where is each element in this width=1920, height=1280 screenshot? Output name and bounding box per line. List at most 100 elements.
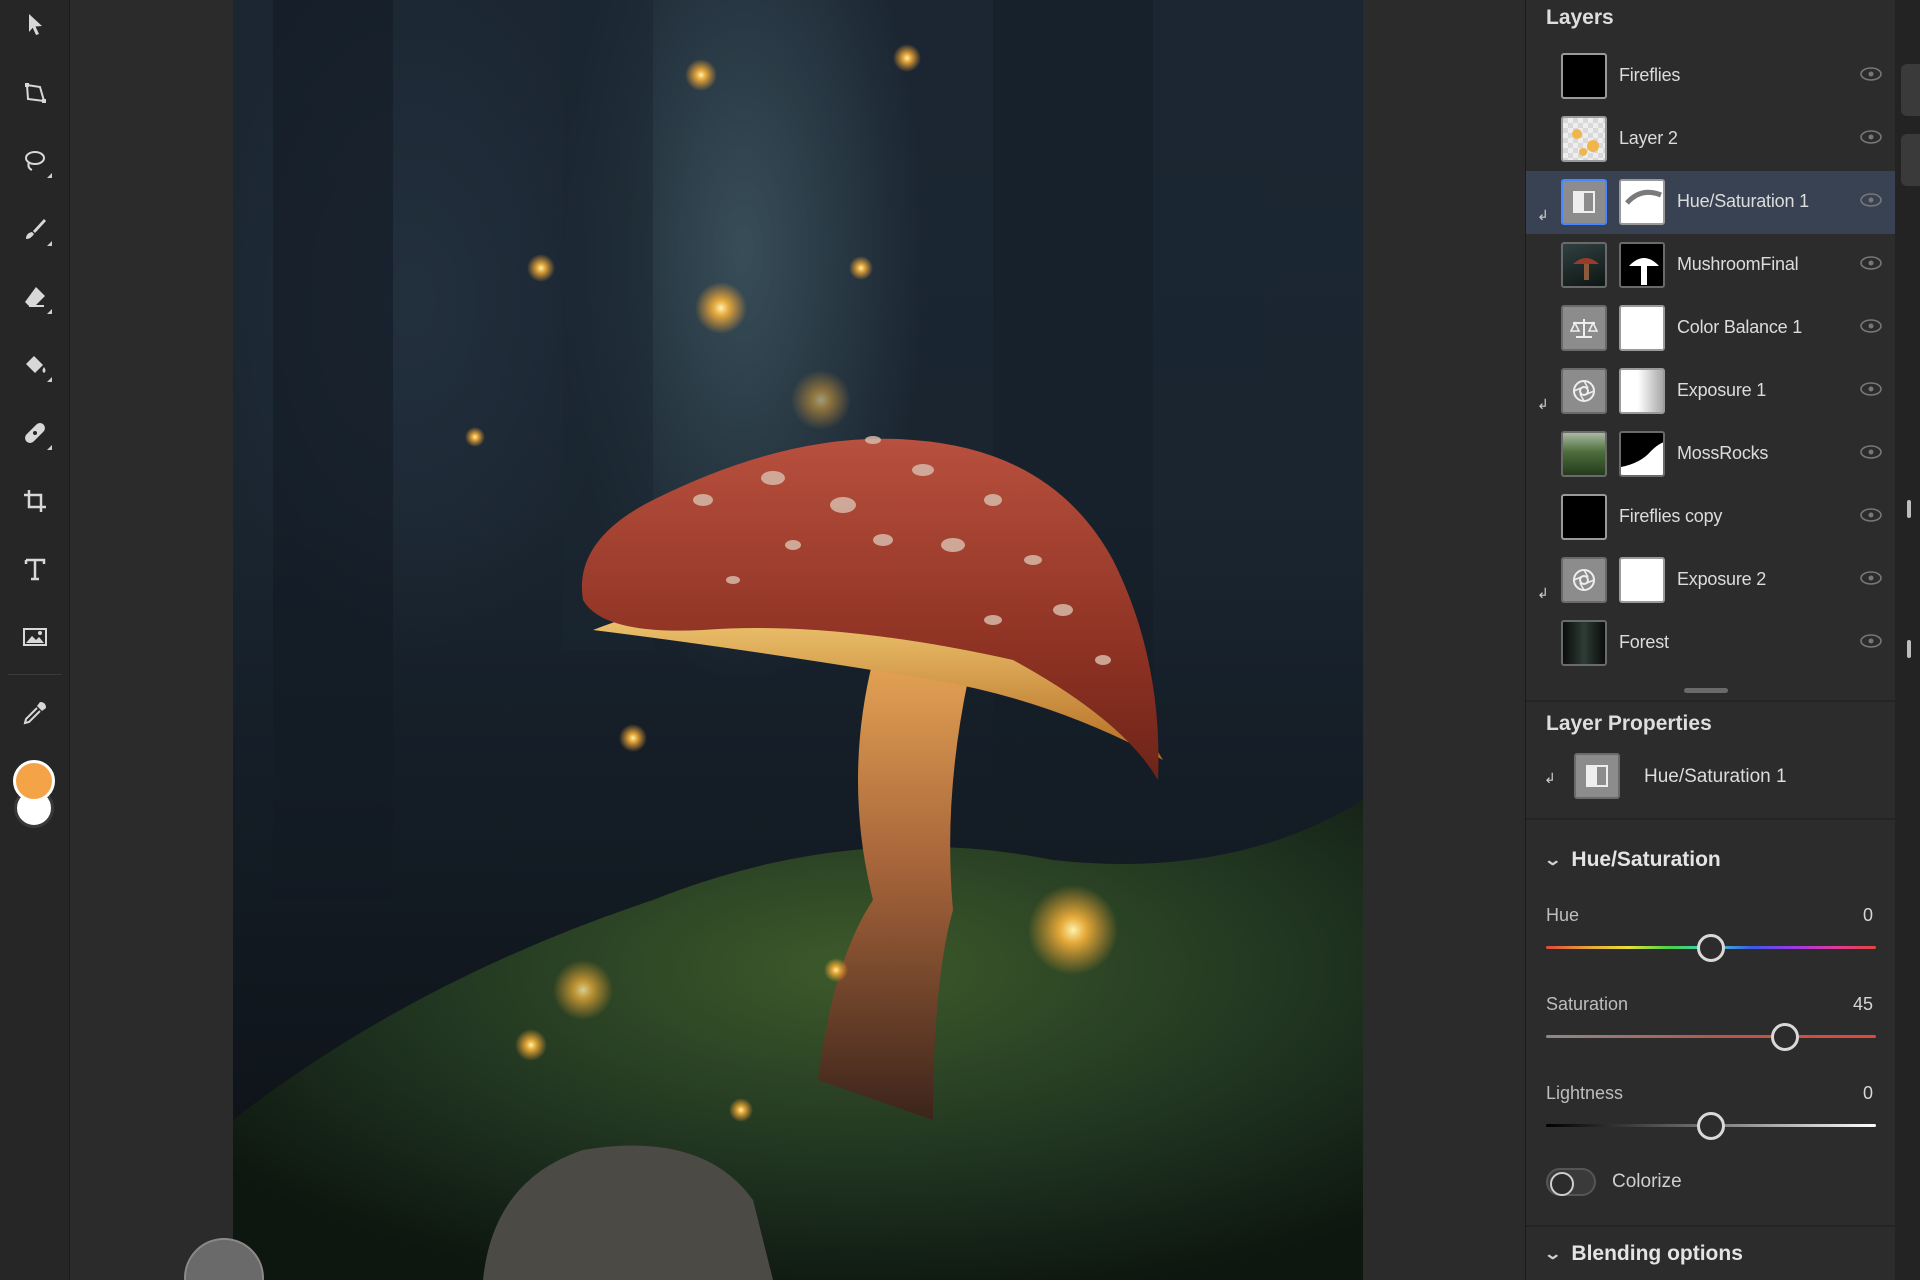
layer-mask-thumbnail xyxy=(1619,242,1665,288)
saturation-slider-thumb[interactable] xyxy=(1771,1023,1800,1051)
chevron-down-icon: ⌄ xyxy=(1543,1246,1563,1263)
colorize-toggle[interactable] xyxy=(1546,1168,1596,1196)
paint-bucket-icon xyxy=(26,356,46,373)
lightness-slider-thumb[interactable] xyxy=(1697,1112,1725,1140)
layer-name: Fireflies copy xyxy=(1619,506,1723,526)
canvas-artwork xyxy=(233,0,1363,1280)
visibility-eye-icon[interactable] xyxy=(1860,382,1882,396)
layer-name: MossRocks xyxy=(1677,443,1769,463)
eraser-icon xyxy=(25,287,45,307)
blending-options-section-header[interactable]: ⌄ Blending options xyxy=(1543,1242,1743,1266)
layer-row[interactable]: MushroomFinal xyxy=(1526,234,1896,297)
type-tool[interactable] xyxy=(10,544,60,594)
layer-row-selected[interactable]: ↲ Hue/Saturation 1 xyxy=(1526,171,1896,234)
adjustment-thumbnail xyxy=(1561,368,1607,414)
right-panel-rail xyxy=(1895,0,1920,1280)
eyedropper-tool[interactable] xyxy=(10,688,60,738)
visibility-eye-icon[interactable] xyxy=(1860,130,1882,144)
layer-name: Layer 2 xyxy=(1619,128,1678,148)
brush-icon xyxy=(26,219,46,239)
photoshop-app: Layers Fireflies Layer 2 ↲ Hue/Saturatio… xyxy=(0,0,1920,1280)
rail-marker xyxy=(1907,500,1911,518)
place-image-tool[interactable] xyxy=(10,612,60,662)
healing-tool[interactable] xyxy=(10,408,60,458)
clip-arrow-icon: ↲ xyxy=(1537,396,1549,412)
layer-thumbnail xyxy=(1561,116,1607,162)
eyedropper-icon xyxy=(23,702,46,725)
visibility-eye-icon[interactable] xyxy=(1860,508,1882,522)
fill-tool[interactable] xyxy=(10,340,60,390)
layer-mask-thumbnail xyxy=(1619,305,1665,351)
visibility-eye-icon[interactable] xyxy=(1860,193,1882,207)
saturation-value[interactable]: 45 xyxy=(1853,994,1873,1015)
layer-row[interactable]: ↲ Exposure 1 xyxy=(1526,360,1896,423)
lasso-icon xyxy=(25,151,45,171)
layer-row[interactable]: Color Balance 1 xyxy=(1526,297,1896,360)
exposure-aperture-icon xyxy=(1573,380,1595,402)
layer-row[interactable]: Fireflies xyxy=(1526,45,1896,108)
visibility-eye-icon[interactable] xyxy=(1860,319,1882,333)
clip-arrow-icon: ↲ xyxy=(1537,207,1549,223)
layer-mask-thumbnail xyxy=(1619,368,1665,414)
panel-resize-handle[interactable] xyxy=(1684,688,1728,693)
visibility-eye-icon[interactable] xyxy=(1860,256,1882,270)
type-icon xyxy=(24,558,46,581)
clip-arrow-icon: ↲ xyxy=(1537,585,1549,601)
layer-properties-title: Layer Properties xyxy=(1546,712,1712,735)
layer-name: Fireflies xyxy=(1619,65,1681,85)
panel-tab[interactable] xyxy=(1901,134,1920,186)
layer-name: Exposure 2 xyxy=(1677,569,1767,589)
layer-name: Color Balance 1 xyxy=(1677,317,1803,337)
hue-slider-thumb[interactable] xyxy=(1697,934,1725,962)
layer-row[interactable]: Layer 2 xyxy=(1526,108,1896,171)
adjustment-thumbnail xyxy=(1561,179,1607,225)
layer-row[interactable]: ↲ Exposure 2 xyxy=(1526,549,1896,612)
layer-name: Forest xyxy=(1619,632,1669,652)
layer-row[interactable]: MossRocks xyxy=(1526,423,1896,486)
saturation-slider-track[interactable] xyxy=(1546,1035,1876,1038)
eraser-tool[interactable] xyxy=(10,272,60,322)
foreground-color-swatch[interactable] xyxy=(13,760,55,802)
layer-thumbnail xyxy=(1561,431,1607,477)
bandage-icon xyxy=(25,423,45,443)
brush-tool[interactable] xyxy=(10,204,60,254)
visibility-eye-icon[interactable] xyxy=(1860,634,1882,648)
hue-label: Hue xyxy=(1546,905,1580,925)
adjustment-thumbnail xyxy=(1561,305,1607,351)
lightness-label: Lightness xyxy=(1546,1083,1624,1103)
image-icon xyxy=(23,628,47,646)
layer-name: Exposure 1 xyxy=(1677,380,1767,400)
layers-panel: Layers Fireflies Layer 2 ↲ Hue/Saturatio… xyxy=(1525,0,1896,1280)
layer-name: Hue/Saturation 1 xyxy=(1677,191,1809,211)
layer-mask-thumbnail xyxy=(1619,179,1665,225)
lightness-value[interactable]: 0 xyxy=(1863,1083,1873,1104)
layer-name: MushroomFinal xyxy=(1677,254,1799,274)
visibility-eye-icon[interactable] xyxy=(1860,67,1882,81)
select-tool[interactable] xyxy=(10,0,60,50)
clip-arrow-icon: ↲ xyxy=(1544,770,1556,786)
panel-tab[interactable] xyxy=(1901,64,1920,116)
layer-row[interactable]: Forest xyxy=(1526,612,1896,675)
visibility-eye-icon[interactable] xyxy=(1860,571,1882,585)
crop-tool[interactable] xyxy=(10,476,60,526)
layer-row[interactable]: Fireflies copy xyxy=(1526,486,1896,549)
visibility-eye-icon[interactable] xyxy=(1860,445,1882,459)
rail-marker xyxy=(1907,640,1911,658)
hue-saturation-icon xyxy=(1573,191,1595,213)
properties-layer-name: Hue/Saturation 1 xyxy=(1644,766,1787,787)
layer-thumbnail xyxy=(1561,620,1607,666)
section-title: Blending options xyxy=(1571,1242,1743,1265)
layer-thumbnail xyxy=(1561,494,1607,540)
lasso-tool[interactable] xyxy=(10,136,60,186)
colorize-option: Colorize xyxy=(1546,1168,1682,1196)
chevron-down-icon: ⌄ xyxy=(1543,852,1563,869)
transform-tool[interactable] xyxy=(10,68,60,118)
document-canvas[interactable] xyxy=(233,0,1363,1280)
hue-saturation-icon xyxy=(1586,765,1608,787)
properties-layer-info: ↲ Hue/Saturation 1 xyxy=(1526,748,1896,808)
hue-saturation-section-header[interactable]: ⌄ Hue/Saturation xyxy=(1543,848,1720,872)
layers-panel-title: Layers xyxy=(1546,6,1614,29)
hue-value[interactable]: 0 xyxy=(1863,905,1873,926)
layer-thumbnail xyxy=(1561,242,1607,288)
exposure-aperture-icon xyxy=(1573,569,1595,591)
